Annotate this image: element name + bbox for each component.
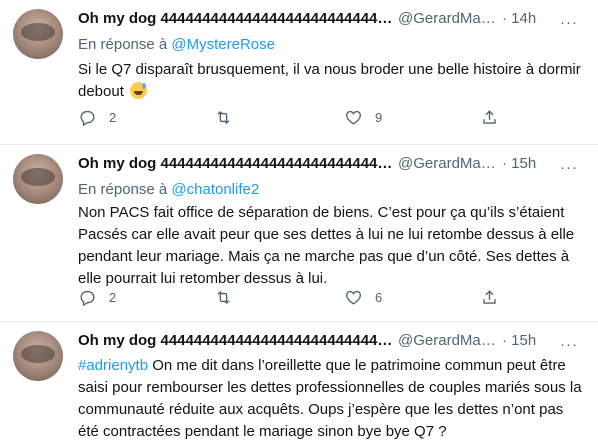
- avatar[interactable]: [13, 9, 63, 59]
- tweet-header: Oh my dog 444444444444444444444444444444…: [78, 10, 588, 32]
- time-label[interactable]: 15h: [511, 332, 536, 349]
- share-button[interactable]: [480, 288, 499, 307]
- tweet-text: Non PACS fait office de séparation de bi…: [78, 202, 588, 290]
- share-icon: [483, 290, 496, 304]
- tweet-text-content: Si le Q7 disparaît brusquement, il va no…: [78, 61, 581, 100]
- user-handle[interactable]: @GerardMaxime: [398, 10, 500, 27]
- dot-separator: ·: [502, 332, 507, 349]
- retweet-button[interactable]: [214, 288, 245, 307]
- hashtag-link[interactable]: #adrienytb: [78, 357, 148, 374]
- user-handle[interactable]: @GerardMaxime: [398, 155, 500, 172]
- reply-button[interactable]: 2: [78, 108, 116, 127]
- dot-separator: ·: [502, 155, 507, 172]
- time-label[interactable]: 14h: [511, 10, 536, 27]
- tweet[interactable]: Oh my dog 444444444444444444444444444444…: [0, 0, 598, 144]
- tweet-text-content: Non PACS fait office de séparation de bi…: [78, 204, 575, 287]
- like-count: 6: [375, 290, 383, 305]
- tweet-text: Si le Q7 disparaît brusquement, il va no…: [78, 59, 588, 103]
- grinning-sweat-emoji-icon: [130, 82, 148, 99]
- reply-count: 2: [109, 290, 117, 305]
- tweet[interactable]: Oh my dog 444444444444444444444444444444…: [0, 145, 598, 321]
- tweet-actions: 2 6: [78, 288, 518, 308]
- heart-icon: [345, 110, 362, 125]
- user-handle[interactable]: @GerardMaxime: [398, 332, 500, 349]
- timestamp[interactable]: · 14h: [502, 10, 536, 27]
- more-options-icon[interactable]: ···: [560, 159, 578, 176]
- reply-context: En réponse à @chatonlife2: [78, 181, 259, 198]
- reply-mention-link[interactable]: @MystereRose: [171, 36, 275, 53]
- like-count: 9: [375, 110, 383, 125]
- tweet[interactable]: Oh my dog 444444444444444444444444444444…: [0, 322, 598, 440]
- reply-count: 2: [109, 110, 117, 125]
- retweet-icon: [217, 291, 230, 304]
- reply-mention-link[interactable]: @chatonlife2: [171, 181, 259, 198]
- reply-context: En réponse à @MystereRose: [78, 36, 275, 53]
- share-icon: [483, 110, 496, 124]
- retweet-icon: [217, 111, 230, 124]
- display-name[interactable]: Oh my dog 444444444444444444444444444444…: [78, 155, 394, 172]
- tweet-text-content: On me dit dans l’oreillette que le patri…: [78, 357, 582, 440]
- display-name[interactable]: Oh my dog 444444444444444444444444444444…: [78, 10, 394, 27]
- share-button[interactable]: [480, 108, 499, 127]
- tweet-text: #adrienytb On me dit dans l’oreillette q…: [78, 355, 588, 440]
- reply-button[interactable]: 2: [78, 288, 116, 307]
- tweet-header: Oh my dog 444444444444444444444444444444…: [78, 155, 588, 177]
- tweet-actions: 2 9: [78, 108, 518, 128]
- display-name[interactable]: Oh my dog 444444444444444444444444444444…: [78, 332, 394, 349]
- more-options-icon[interactable]: ···: [560, 336, 578, 353]
- reply-prefix: En réponse à: [78, 181, 168, 198]
- avatar[interactable]: [13, 154, 63, 204]
- time-label[interactable]: 15h: [511, 155, 536, 172]
- timestamp[interactable]: · 15h: [502, 155, 536, 172]
- like-button[interactable]: 9: [344, 108, 382, 127]
- retweet-button[interactable]: [214, 108, 245, 127]
- reply-icon: [80, 110, 95, 127]
- reply-icon: [80, 290, 95, 307]
- dot-separator: ·: [502, 10, 507, 27]
- timestamp[interactable]: · 15h: [502, 332, 536, 349]
- more-options-icon[interactable]: ···: [560, 14, 578, 31]
- heart-icon: [345, 290, 362, 305]
- avatar[interactable]: [13, 331, 63, 381]
- tweet-header: Oh my dog 444444444444444444444444444444…: [78, 332, 588, 354]
- reply-prefix: En réponse à: [78, 36, 168, 53]
- like-button[interactable]: 6: [344, 288, 382, 307]
